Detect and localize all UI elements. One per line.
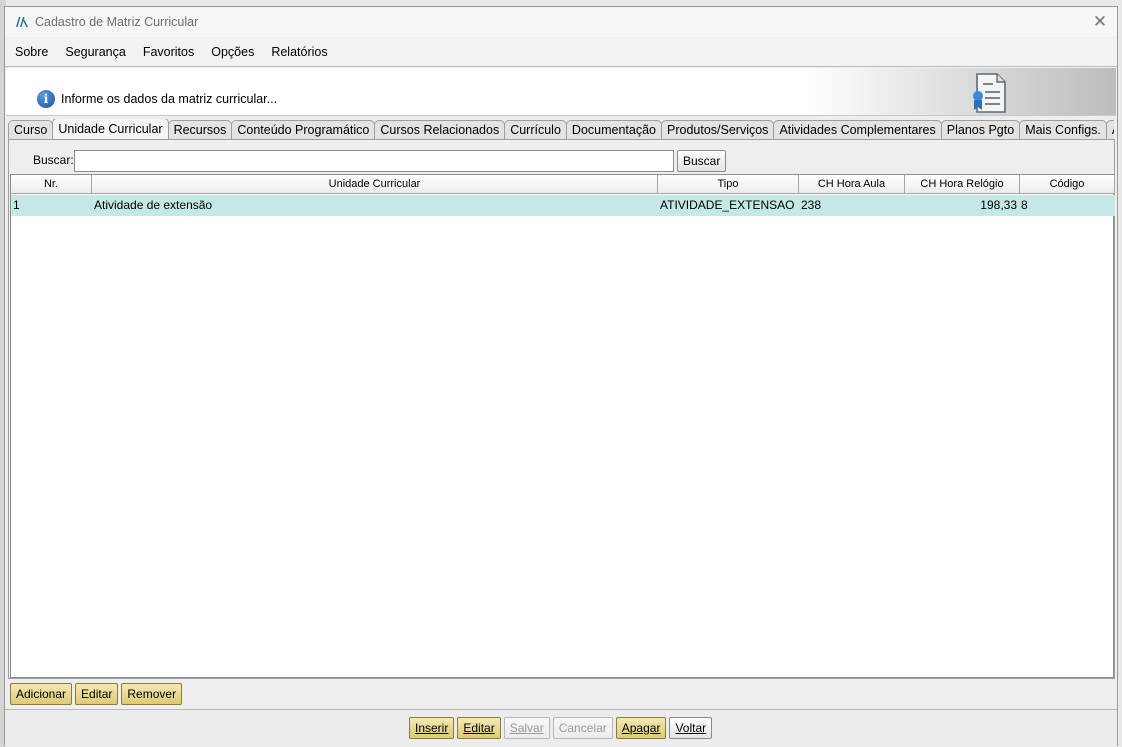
column-header-codigo[interactable]: Código	[1020, 175, 1115, 194]
cell-nr: 1	[13, 198, 20, 212]
cell-ch-hora-relogio: 198,33	[980, 198, 1017, 212]
column-header-ch-hora-relogio[interactable]: CH Hora Relógio	[905, 175, 1020, 194]
editar-item-button[interactable]: Editar	[75, 683, 119, 705]
table-header: Nr. Unidade Curricular Tipo CH Hora Aula…	[11, 175, 1115, 195]
certificate-document-icon	[973, 73, 1006, 113]
bottom-action-bar: Inserir Editar Salvar Cancelar Apagar Vo…	[5, 709, 1117, 746]
info-text: Informe os dados da matriz curricular...	[61, 92, 278, 106]
table-action-buttons: Adicionar Editar Remover	[10, 683, 183, 705]
tab-curriculo[interactable]: Currículo	[504, 120, 567, 139]
salvar-label: Salvar	[509, 721, 544, 735]
tab-recursos[interactable]: Recursos	[167, 120, 233, 139]
menu-relatorios[interactable]: Relatórios	[267, 45, 331, 59]
unidades-table: Nr. Unidade Curricular Tipo CH Hora Aula…	[10, 174, 1115, 678]
search-label: Buscar:	[33, 153, 74, 167]
tab-cursos-relacionados[interactable]: Cursos Relacionados	[374, 120, 506, 139]
menu-sobre[interactable]: Sobre	[11, 45, 52, 59]
info-icon: i	[37, 90, 55, 108]
column-header-ch-hora-aula[interactable]: CH Hora Aula	[799, 175, 905, 194]
voltar-label: Voltar	[675, 721, 707, 735]
cancelar-label: Cancelar	[558, 721, 607, 735]
column-header-tipo[interactable]: Tipo	[658, 175, 799, 194]
remover-button[interactable]: Remover	[121, 683, 183, 705]
table-row[interactable]: 1 Atividade de extensão ATIVIDADE_EXTENS…	[11, 195, 1115, 216]
editar-label: Editar	[463, 721, 495, 735]
menu-bar: Sobre Segurança Favoritos Opções Relatór…	[5, 38, 1117, 67]
form-buttons: Inserir Editar Salvar Cancelar Apagar Vo…	[409, 717, 713, 739]
inserir-button[interactable]: Inserir	[409, 717, 455, 739]
editar-button[interactable]: Editar	[457, 717, 501, 739]
tab-produtos-servicos[interactable]: Produtos/Serviços	[661, 120, 775, 139]
cell-unidade-curricular: Atividade de extensão	[94, 198, 213, 212]
main-window: Cadastro de Matriz Curricular ✕ Sobre Se…	[4, 6, 1118, 746]
cancelar-button[interactable]: Cancelar	[552, 717, 613, 739]
menu-seguranca[interactable]: Segurança	[61, 45, 129, 59]
menu-opcoes[interactable]: Opções	[207, 45, 258, 59]
tab-strip: Curso Unidade Curricular Recursos Conteú…	[8, 119, 1114, 139]
search-input[interactable]	[74, 150, 674, 172]
tab-panel-unidade-curricular: Buscar: Buscar Nr. Unidade Curricular Ti…	[8, 139, 1115, 679]
column-header-unidade-curricular[interactable]: Unidade Curricular	[92, 175, 658, 194]
app-logo-icon	[16, 17, 28, 27]
cell-tipo: ATIVIDADE_EXTENSAO	[660, 198, 795, 212]
tab-atividades-complementares[interactable]: Atividades Complementares	[773, 120, 942, 139]
cell-codigo: 8	[1021, 198, 1028, 212]
search-button[interactable]: Buscar	[677, 150, 727, 172]
tab-mais-configs[interactable]: Mais Configs.	[1019, 120, 1107, 139]
tab-documentacao[interactable]: Documentação	[565, 120, 662, 139]
tab-curso[interactable]: Curso	[8, 120, 54, 139]
title-bar: Cadastro de Matriz Curricular ✕	[5, 7, 1117, 37]
window-title: Cadastro de Matriz Curricular	[35, 15, 199, 29]
inserir-label: Inserir	[415, 721, 449, 735]
salvar-button[interactable]: Salvar	[503, 717, 550, 739]
voltar-button[interactable]: Voltar	[669, 717, 713, 739]
tab-planos-pgto[interactable]: Planos Pgto	[940, 120, 1021, 139]
tab-conteudo-programatico[interactable]: Conteúdo Programático	[231, 120, 376, 139]
tab-avalia[interactable]: AvaliA	[1105, 120, 1114, 139]
adicionar-button[interactable]: Adicionar	[10, 683, 73, 705]
tab-unidade-curricular[interactable]: Unidade Curricular	[52, 119, 169, 139]
apagar-button[interactable]: Apagar	[615, 717, 667, 739]
menu-favoritos[interactable]: Favoritos	[139, 45, 198, 59]
info-banner: i Informe os dados da matriz curricular.…	[6, 68, 1116, 116]
close-icon[interactable]: ✕	[1091, 13, 1109, 31]
apagar-label: Apagar	[621, 721, 661, 735]
column-header-nr[interactable]: Nr.	[11, 175, 92, 194]
cell-ch-hora-aula: 238	[801, 198, 822, 212]
